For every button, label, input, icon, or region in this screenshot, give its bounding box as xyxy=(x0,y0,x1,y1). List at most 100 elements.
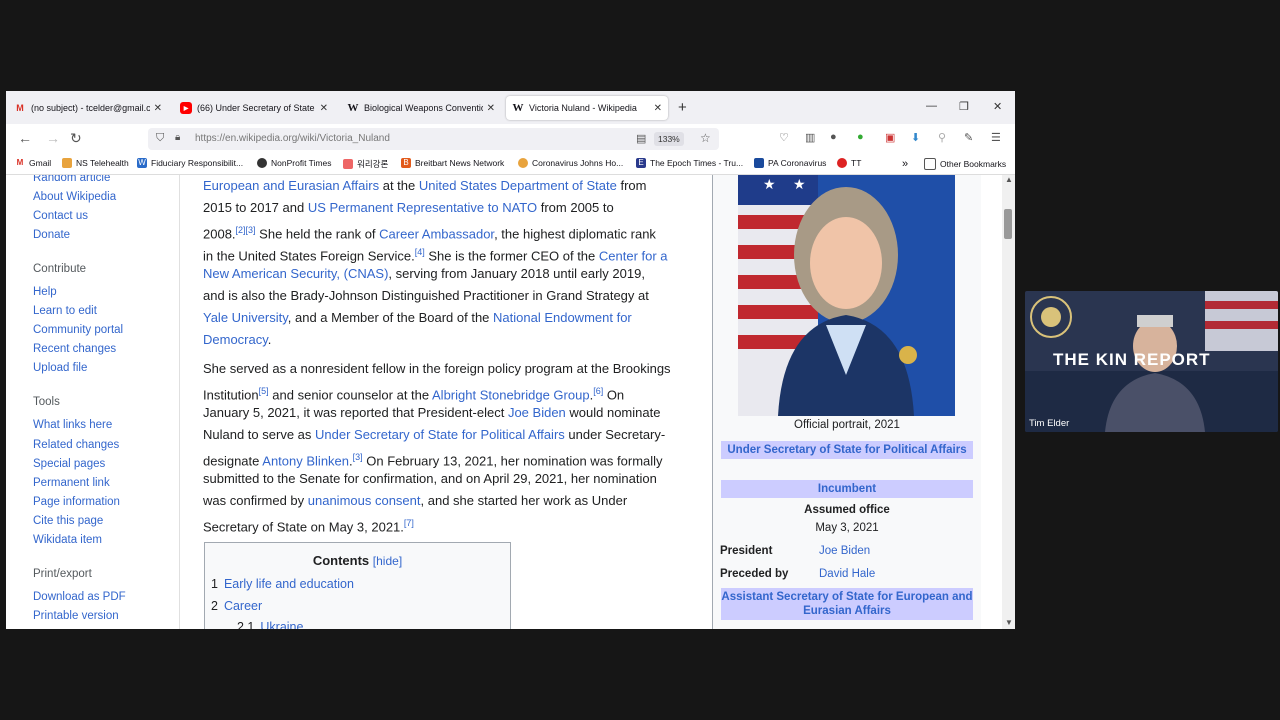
lock-icon[interactable]: 🔒︎ xyxy=(175,132,180,143)
window-close-icon[interactable]: ✕ xyxy=(993,100,1002,113)
bookmark-item[interactable]: E The Epoch Times - Tru... xyxy=(636,158,743,168)
sidebar-link[interactable]: Page information xyxy=(33,496,120,508)
nav-bar: ← → ↻ ⛉ 🔒︎ https://en.wikipedia.org/wiki… xyxy=(6,124,1015,154)
bookmark-item[interactable]: W Fiduciary Responsibilit... xyxy=(137,158,243,168)
bookmark-star-icon[interactable]: ☆ xyxy=(700,131,711,145)
close-icon[interactable]: ✕ xyxy=(487,103,495,114)
sidebar-link[interactable]: About Wikipedia xyxy=(33,191,116,203)
zoom-level[interactable]: 133% xyxy=(654,132,684,146)
sidebar-link[interactable]: Upload file xyxy=(33,362,87,374)
office-heading[interactable]: Under Secretary of State for Political A… xyxy=(721,441,973,459)
sidebar-link[interactable]: Cite this page xyxy=(33,515,103,527)
previous-office-heading[interactable]: Assistant Secretary of State for Europea… xyxy=(721,588,973,620)
svg-text:★: ★ xyxy=(793,176,806,192)
preceded-by-label: Preceded by xyxy=(720,568,789,580)
bookmark-item[interactable]: M Gmail xyxy=(15,158,52,168)
sidebar-link[interactable]: Help xyxy=(33,286,57,298)
text-line: European and Eurasian Affairs at the Uni… xyxy=(203,178,647,193)
close-icon[interactable]: ✕ xyxy=(320,103,328,114)
sidebar-divider xyxy=(179,175,180,629)
sidebar-link[interactable]: Printable version xyxy=(33,610,119,622)
forward-icon[interactable]: → xyxy=(46,130,60,146)
text-line: Democracy. xyxy=(203,332,272,347)
bookmark-item[interactable]: 워리강론 xyxy=(343,158,388,170)
scrollbar[interactable]: ▲ ▼ xyxy=(1002,175,1015,629)
sidebar-link[interactable]: Contact us xyxy=(33,210,88,222)
sidebar-link[interactable]: Learn to edit xyxy=(33,305,97,317)
site-icon xyxy=(343,159,353,169)
scroll-up-icon[interactable]: ▲ xyxy=(1005,175,1013,184)
toc-item[interactable]: 2 Career xyxy=(211,599,262,613)
close-icon[interactable]: ✕ xyxy=(654,103,662,114)
restore-icon[interactable]: ❐ xyxy=(959,100,969,113)
text-line: Yale University, and a Member of the Boa… xyxy=(203,310,632,325)
toc-hide-link[interactable]: [hide] xyxy=(373,554,402,568)
site-icon xyxy=(837,158,847,168)
extension-icon[interactable]: ✎ xyxy=(964,131,973,144)
extension-icon[interactable]: ⬇ xyxy=(911,131,920,144)
text-line: She served as a nonresident fellow in th… xyxy=(203,361,671,376)
new-tab-icon[interactable]: + xyxy=(678,99,687,116)
folder-icon xyxy=(924,158,936,170)
sidebar-link[interactable]: Random article xyxy=(33,175,110,184)
bookmark-item[interactable]: TT xyxy=(837,158,861,168)
menu-icon[interactable]: ☰ xyxy=(991,131,1001,144)
pocket-icon[interactable]: ♡ xyxy=(779,131,789,144)
bookmark-item[interactable]: B Breitbart News Network xyxy=(401,158,504,168)
shield-icon[interactable]: ⛉ xyxy=(156,132,164,145)
scrollbar-thumb[interactable] xyxy=(1004,209,1012,239)
text-line: was confirmed by unanimous consent, and … xyxy=(203,493,628,508)
tab-bar: M (no subject) - tcelder@gmail.co ✕ ▶ (6… xyxy=(6,91,1015,124)
extension-icon[interactable]: ● xyxy=(857,131,864,143)
sidebar-link[interactable]: Donate xyxy=(33,229,70,241)
president-label: President xyxy=(720,545,773,557)
minimize-icon[interactable]: — xyxy=(926,100,937,112)
tab-bwc[interactable]: W Biological Weapons Conventio ✕ xyxy=(341,96,501,120)
sidebar-link[interactable]: Recent changes xyxy=(33,343,116,355)
preceded-by-link[interactable]: David Hale xyxy=(819,568,875,580)
url-text[interactable]: https://en.wikipedia.org/wiki/Victoria_N… xyxy=(195,133,390,144)
text-line: designate Antony Blinken.[3] On February… xyxy=(203,452,663,469)
incumbent-badge[interactable]: Incumbent xyxy=(721,480,973,498)
sidebar-link[interactable]: Wikidata item xyxy=(33,534,102,546)
sidebar-link[interactable]: Special pages xyxy=(33,458,105,470)
close-icon[interactable]: ✕ xyxy=(154,103,162,114)
sidebar-heading: Contribute xyxy=(33,263,87,275)
extension-icon[interactable]: ⚲ xyxy=(938,131,946,144)
webcam-title: THE KIN REPORT xyxy=(1053,350,1211,369)
tab-victoria-nuland[interactable]: W Victoria Nuland - Wikipedia ✕ xyxy=(506,96,668,120)
scroll-down-icon[interactable]: ▼ xyxy=(1005,618,1013,627)
tab-youtube[interactable]: ▶ (66) Under Secretary of State Vi ✕ xyxy=(174,96,334,120)
sidebar-link[interactable]: Related changes xyxy=(33,439,119,451)
bookmark-item[interactable]: NS Telehealth xyxy=(62,158,129,168)
bookmarks-bar: M Gmail NS Telehealth W Fiduciary Responsi… xyxy=(6,154,1015,175)
sidebar-link[interactable]: What links here xyxy=(33,419,112,431)
bookmark-item[interactable]: NonProfit Times xyxy=(257,158,331,168)
reader-view-icon[interactable]: ▤ xyxy=(636,132,646,145)
president-link[interactable]: Joe Biden xyxy=(819,545,870,557)
portrait-image[interactable]: ★ ★ xyxy=(738,175,955,416)
sidebar-icon[interactable]: ▥ xyxy=(805,131,815,144)
gmail-icon: M xyxy=(16,158,24,167)
sidebar-link[interactable]: Community portal xyxy=(33,324,123,336)
sidebar-link[interactable]: Download as PDF xyxy=(33,591,126,603)
toc-title: Contents [hide] xyxy=(312,553,403,568)
sidebar-heading: Print/export xyxy=(33,568,92,580)
more-bookmarks-icon[interactable]: » xyxy=(902,158,908,170)
toc-item[interactable]: 1 Early life and education xyxy=(211,577,354,591)
tab-gmail[interactable]: M (no subject) - tcelder@gmail.co ✕ xyxy=(8,96,168,120)
page-content: Random article About Wikipedia Contact u… xyxy=(6,175,1015,629)
sidebar-link[interactable]: Permanent link xyxy=(33,477,110,489)
text-line: January 5, 2021, it was reported that Pr… xyxy=(203,405,661,420)
back-icon[interactable]: ← xyxy=(18,130,32,146)
reload-icon[interactable]: ↻ xyxy=(70,130,82,147)
account-icon[interactable]: ● xyxy=(830,131,837,143)
assumed-office-date: May 3, 2021 xyxy=(815,522,879,534)
toc-item[interactable]: 2.1 Ukraine xyxy=(237,620,303,629)
bookmark-item[interactable]: Coronavirus Johns Ho... xyxy=(518,158,623,168)
bookmark-item[interactable]: PA Coronavirus xyxy=(754,158,826,168)
address-bar[interactable]: ⛉ 🔒︎ https://en.wikipedia.org/wiki/Victo… xyxy=(148,128,719,150)
text-line: 2008.[2][3] She held the rank of Career … xyxy=(203,225,656,242)
extension-icon[interactable]: ▣ xyxy=(885,131,895,144)
bookmark-folder[interactable]: Other Bookmarks xyxy=(924,158,1006,170)
